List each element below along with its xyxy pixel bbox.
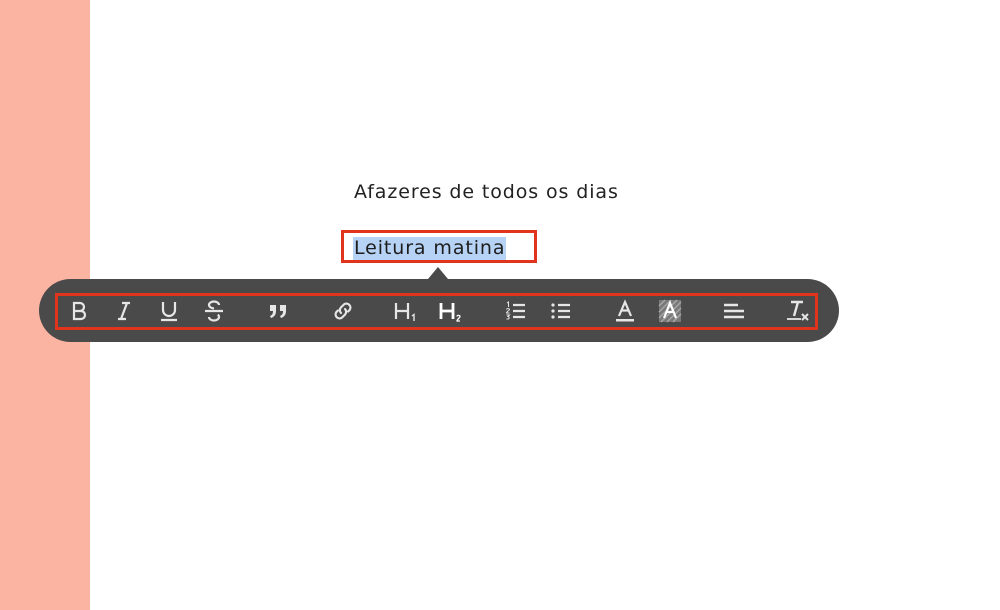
clear-format-button[interactable]	[781, 295, 815, 327]
quote-button[interactable]	[261, 295, 295, 327]
strikethrough-button[interactable]	[197, 295, 231, 327]
bold-icon	[72, 301, 87, 321]
underline-icon	[161, 302, 177, 322]
link-icon	[334, 302, 352, 320]
heading-2-button[interactable]	[434, 295, 468, 327]
align-icon	[724, 303, 744, 319]
heading-1-button[interactable]	[389, 295, 423, 327]
clear-format-icon	[787, 300, 809, 321]
heading-2-icon	[439, 303, 461, 322]
editor-page: Afazeres de todos os dias Leitura matina	[0, 0, 1000, 610]
italic-icon	[118, 301, 130, 321]
quote-icon	[270, 305, 286, 318]
bold-button[interactable]	[62, 295, 96, 327]
text-color-button[interactable]	[608, 295, 642, 327]
highlight-button[interactable]	[653, 295, 687, 327]
heading-1-icon	[394, 303, 415, 321]
toolbar-caret	[428, 267, 448, 279]
bullet-list-button[interactable]	[544, 295, 578, 327]
underline-button[interactable]	[152, 295, 186, 327]
ordered-list-icon	[505, 301, 525, 320]
align-button[interactable]	[717, 295, 751, 327]
ordered-list-button[interactable]	[499, 295, 533, 327]
bullet-list-icon	[551, 303, 570, 319]
text-color-icon	[616, 299, 634, 322]
highlight-icon	[658, 299, 682, 323]
link-button[interactable]	[326, 295, 360, 327]
strikethrough-icon	[205, 300, 223, 322]
selected-text[interactable]: Leitura matina	[353, 237, 507, 260]
document-heading[interactable]: Afazeres de todos os dias	[354, 181, 619, 203]
italic-button[interactable]	[107, 295, 141, 327]
